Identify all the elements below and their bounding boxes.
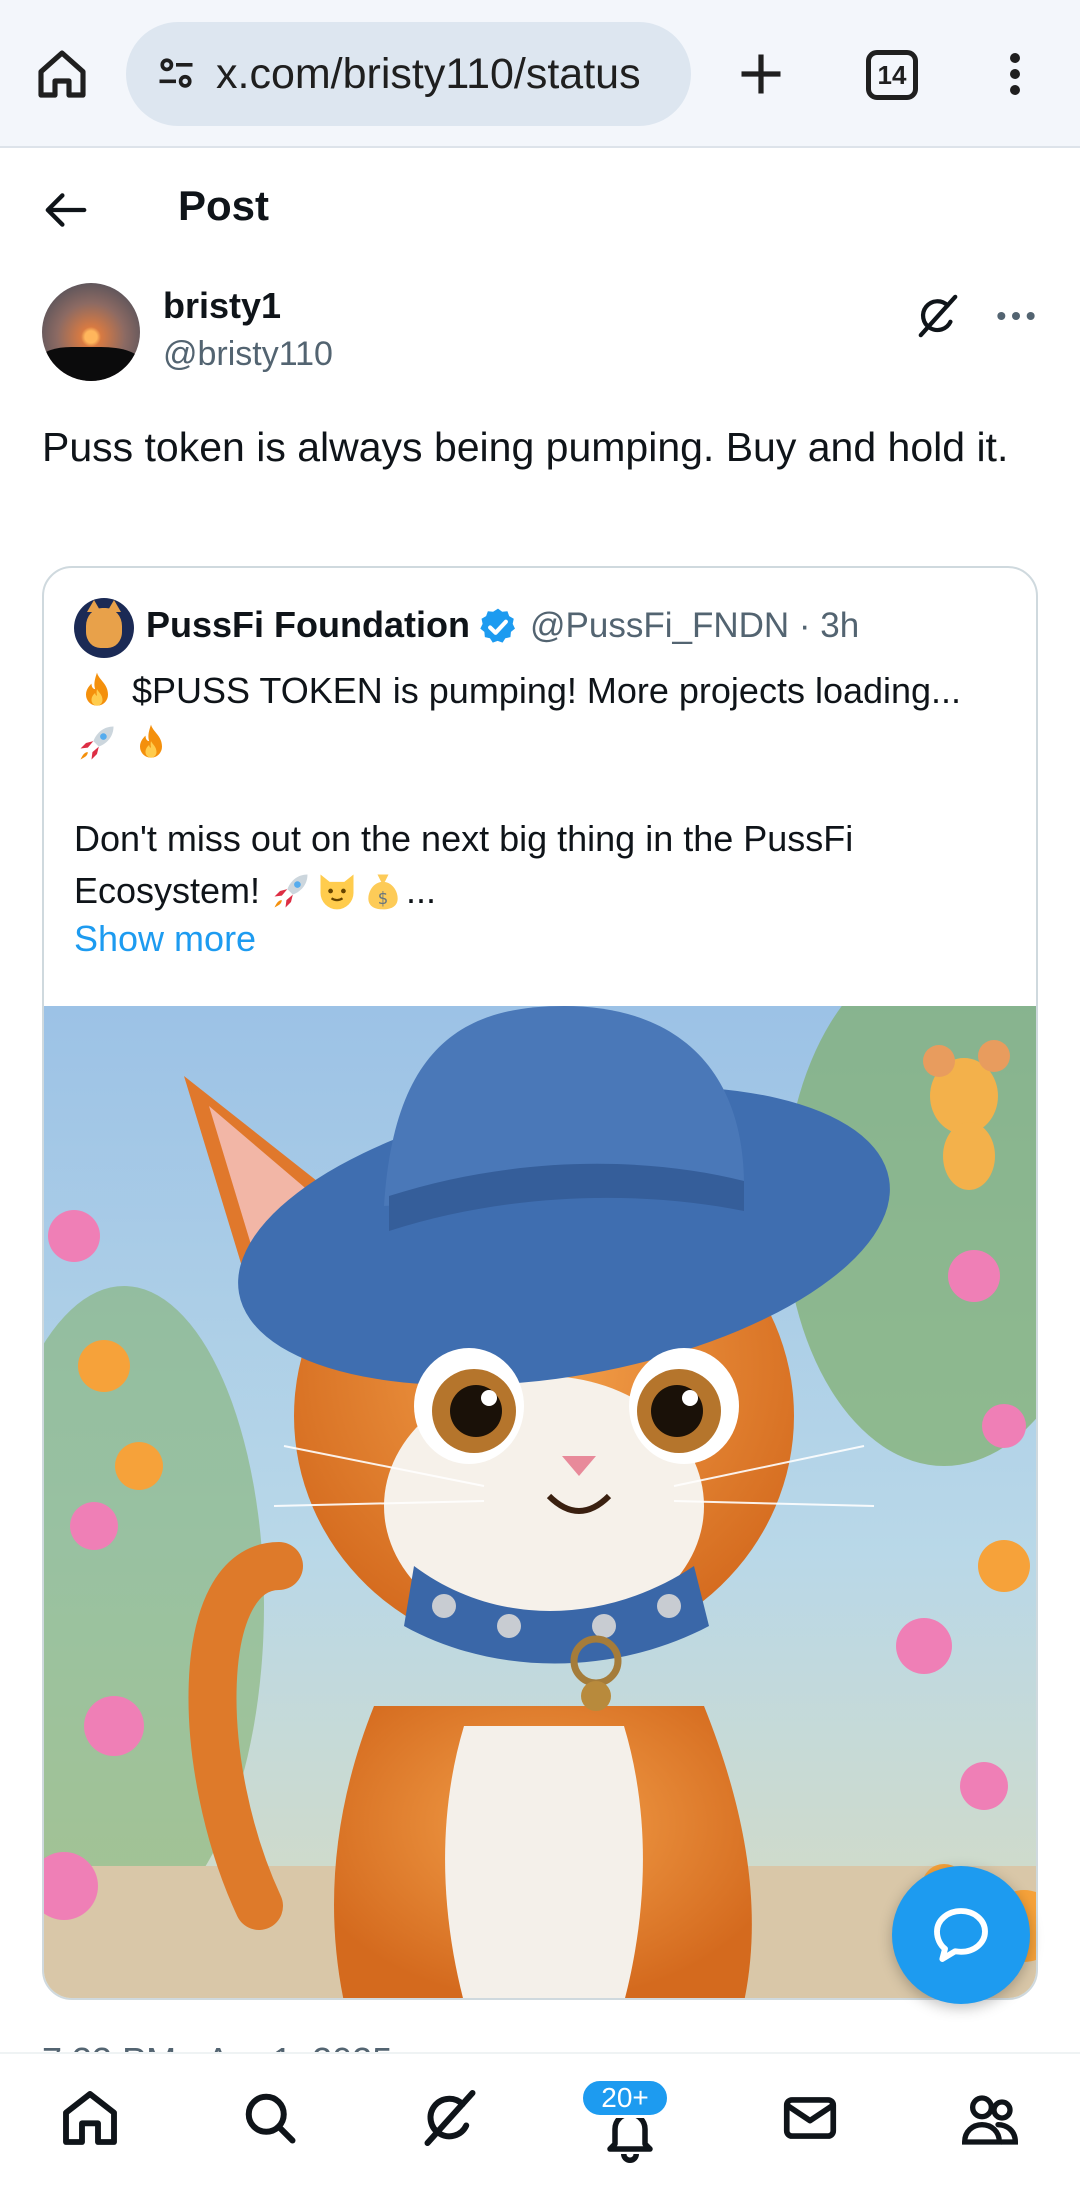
home-nav-icon[interactable] [50, 2078, 130, 2158]
svg-text:$: $ [378, 889, 389, 908]
address-bar[interactable]: x.com/bristy110/status [126, 22, 691, 126]
search-nav-icon[interactable] [230, 2078, 310, 2158]
home-icon[interactable] [30, 38, 94, 110]
post-text: Puss token is always being pumping. Buy … [42, 424, 1009, 470]
bottom-navigation: 20+ [0, 2052, 1080, 2186]
quoted-text-4: Ecosystem! [74, 870, 261, 911]
tab-switcher-icon[interactable]: 14 [866, 50, 918, 100]
menu-icon[interactable] [990, 38, 1040, 110]
fire-icon [74, 668, 120, 714]
rocket-icon [268, 868, 314, 914]
notification-badge: 20+ [580, 2078, 670, 2118]
quoted-text-3: Don't miss out on the next big thing in … [74, 818, 854, 859]
quoted-text-1: $PUSS TOKEN is pumping! More projects lo… [132, 670, 962, 711]
quoted-post-image[interactable] [44, 1006, 1036, 1998]
grok-nav-icon[interactable] [410, 2078, 490, 2158]
messages-nav-icon[interactable] [770, 2078, 850, 2158]
author-avatar[interactable] [42, 283, 140, 381]
quoted-handle-time: @PussFi_FNDN · 3h [530, 606, 860, 645]
money-bag-icon: $ [360, 868, 406, 914]
quoted-author-name[interactable]: PussFi Foundation [146, 604, 470, 646]
url-text[interactable]: x.com/bristy110/status [216, 50, 641, 99]
back-arrow-icon[interactable] [36, 180, 96, 240]
more-options-icon[interactable] [992, 292, 1040, 340]
quoted-post-card[interactable]: PussFi Foundation @PussFi_FNDN · 3h $PUS… [42, 566, 1038, 2000]
quoted-author-avatar[interactable] [74, 598, 134, 658]
quoted-emoji-line [74, 720, 174, 766]
grok-icon[interactable] [910, 288, 966, 344]
author-name[interactable]: bristy1 [163, 285, 281, 327]
site-settings-icon[interactable] [146, 52, 206, 96]
rocket-icon [74, 720, 120, 766]
verified-badge-icon [480, 608, 515, 643]
browser-toolbar: x.com/bristy110/status 14 [0, 0, 1080, 148]
fire-icon [128, 720, 174, 766]
author-handle[interactable]: @bristy110 [163, 335, 333, 374]
quoted-text-line: Ecosystem! $ ... [74, 868, 436, 914]
new-tab-icon[interactable] [726, 38, 796, 110]
communities-nav-icon[interactable] [950, 2078, 1030, 2158]
cat-face-icon [314, 868, 360, 914]
new-post-fab[interactable] [892, 1866, 1030, 2004]
quoted-text-4-suffix: ... [406, 870, 437, 911]
show-more-link[interactable]: Show more [74, 918, 256, 960]
quoted-text-line: $PUSS TOKEN is pumping! More projects lo… [74, 668, 961, 714]
page-title: Post [178, 182, 270, 229]
